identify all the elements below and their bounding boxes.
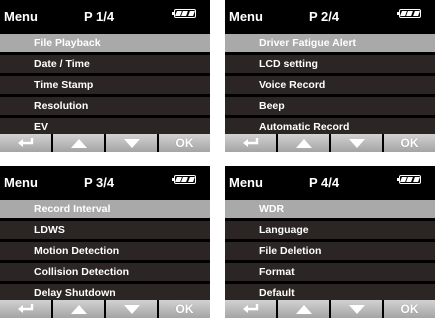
down-button[interactable]	[331, 134, 382, 152]
menu-item-beep[interactable]: Beep	[225, 97, 435, 115]
menu-item-ldws[interactable]: LDWS	[0, 221, 210, 239]
nav-bar: OK	[0, 300, 210, 318]
triangle-up-icon	[70, 304, 87, 314]
up-button[interactable]	[53, 300, 104, 318]
nav-bar: OK	[225, 134, 435, 152]
up-button[interactable]	[278, 134, 329, 152]
battery-icon	[397, 175, 421, 184]
ok-label: OK	[175, 136, 194, 150]
ok-button[interactable]: OK	[384, 134, 435, 152]
menu-list: File Playback Date / Time Time Stamp Res…	[0, 34, 210, 139]
menu-item-collision-detection[interactable]: Collision Detection	[0, 263, 210, 281]
triangle-down-icon	[348, 138, 365, 148]
back-button[interactable]	[0, 134, 51, 152]
battery-icon	[172, 9, 196, 18]
nav-bar: OK	[225, 300, 435, 318]
menu-list: Record Interval LDWS Motion Detection Co…	[0, 200, 210, 305]
down-button[interactable]	[106, 300, 157, 318]
menu-header: Menu P 3/4	[0, 166, 210, 200]
down-button[interactable]	[106, 134, 157, 152]
battery-icon	[172, 175, 196, 184]
ok-label: OK	[175, 302, 194, 316]
menu-item-resolution[interactable]: Resolution	[0, 97, 210, 115]
back-button[interactable]	[225, 300, 276, 318]
menu-item-voice-record[interactable]: Voice Record	[225, 76, 435, 94]
menu-header: Menu P 1/4	[0, 0, 210, 34]
menu-panel-page-1: Menu P 1/4 File Playback Date / Time Tim…	[0, 0, 210, 152]
menu-item-record-interval[interactable]: Record Interval	[0, 200, 210, 218]
menu-item-time-stamp[interactable]: Time Stamp	[0, 76, 210, 94]
triangle-down-icon	[123, 138, 140, 148]
ok-button[interactable]: OK	[384, 300, 435, 318]
page-indicator: P 4/4	[309, 175, 340, 190]
menu-item-format[interactable]: Format	[225, 263, 435, 281]
ok-label: OK	[400, 302, 419, 316]
return-arrow-icon	[17, 138, 33, 147]
menu-title: Menu	[229, 175, 263, 190]
menu-item-driver-fatigue-alert[interactable]: Driver Fatigue Alert	[225, 34, 435, 52]
menu-header: Menu P 4/4	[225, 166, 435, 200]
battery-icon	[397, 9, 421, 18]
return-arrow-icon	[17, 304, 33, 313]
ok-button[interactable]: OK	[159, 134, 210, 152]
menu-item-lcd-setting[interactable]: LCD setting	[225, 55, 435, 73]
back-button[interactable]	[0, 300, 51, 318]
page-indicator: P 2/4	[309, 9, 340, 24]
menu-panel-page-3: Menu P 3/4 Record Interval LDWS Motion D…	[0, 166, 210, 318]
menu-panel-page-2: Menu P 2/4 Driver Fatigue Alert LCD sett…	[225, 0, 435, 152]
ok-label: OK	[400, 136, 419, 150]
menu-panel-page-4: Menu P 4/4 WDR Language File Deletion Fo…	[225, 166, 435, 318]
menu-item-language[interactable]: Language	[225, 221, 435, 239]
nav-bar: OK	[0, 134, 210, 152]
triangle-up-icon	[70, 138, 87, 148]
return-arrow-icon	[242, 304, 258, 313]
page-indicator: P 3/4	[84, 175, 115, 190]
menu-item-date-time[interactable]: Date / Time	[0, 55, 210, 73]
triangle-down-icon	[348, 304, 365, 314]
menu-title: Menu	[4, 175, 38, 190]
up-button[interactable]	[278, 300, 329, 318]
triangle-up-icon	[295, 138, 312, 148]
return-arrow-icon	[242, 138, 258, 147]
back-button[interactable]	[225, 134, 276, 152]
menu-title: Menu	[4, 9, 38, 24]
page-indicator: P 1/4	[84, 9, 115, 24]
menu-title: Menu	[229, 9, 263, 24]
triangle-down-icon	[123, 304, 140, 314]
menu-list: WDR Language File Deletion Format Defaul…	[225, 200, 435, 305]
menu-item-file-deletion[interactable]: File Deletion	[225, 242, 435, 260]
ok-button[interactable]: OK	[159, 300, 210, 318]
menu-item-file-playback[interactable]: File Playback	[0, 34, 210, 52]
up-button[interactable]	[53, 134, 104, 152]
menu-item-motion-detection[interactable]: Motion Detection	[0, 242, 210, 260]
menu-item-wdr[interactable]: WDR	[225, 200, 435, 218]
triangle-up-icon	[295, 304, 312, 314]
down-button[interactable]	[331, 300, 382, 318]
menu-header: Menu P 2/4	[225, 0, 435, 34]
menu-list: Driver Fatigue Alert LCD setting Voice R…	[225, 34, 435, 139]
